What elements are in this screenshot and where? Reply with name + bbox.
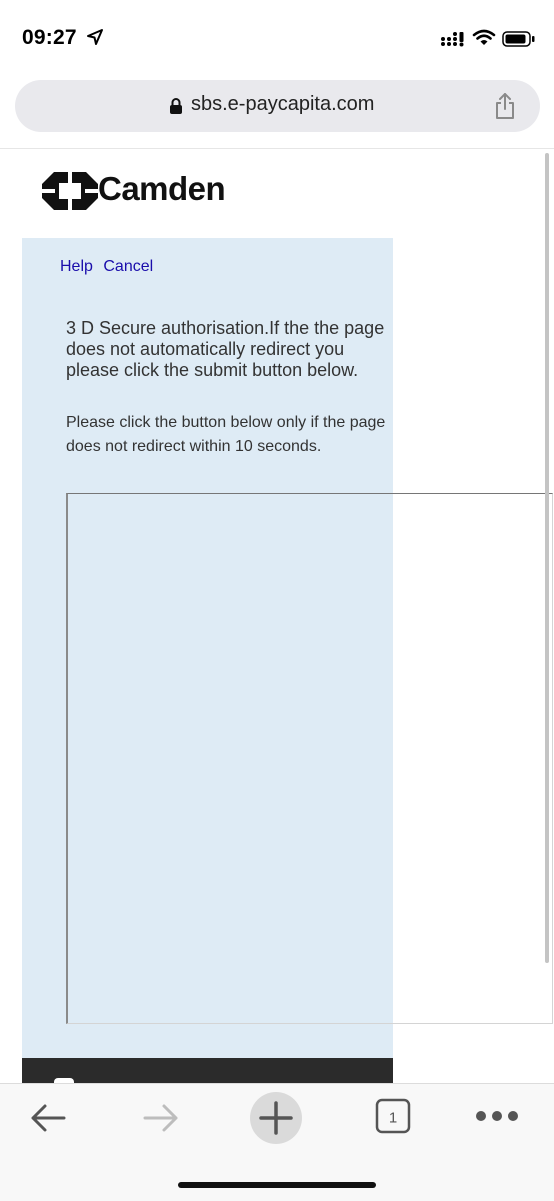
location-arrow-icon	[87, 29, 103, 45]
battery-icon	[502, 31, 535, 47]
home-indicator	[178, 1182, 376, 1188]
browser-divider	[0, 148, 554, 149]
new-tab-button[interactable]	[250, 1092, 302, 1144]
more-menu-icon[interactable]	[475, 1110, 519, 1122]
3d-secure-iframe[interactable]	[66, 493, 553, 1024]
address-bar[interactable]: sbs.e-paycapita.com	[15, 80, 540, 132]
tab-count: 1	[389, 1110, 397, 1127]
brand-name: Camden	[98, 170, 226, 207]
scrollbar[interactable]	[545, 153, 549, 963]
plus-icon	[259, 1101, 293, 1135]
redirect-note: Please click the button below only if th…	[66, 414, 386, 455]
forward-arrow-icon[interactable]	[141, 1100, 181, 1136]
back-arrow-icon[interactable]	[28, 1100, 68, 1136]
camden-logo-icon	[42, 172, 98, 210]
browser-toolbar: 1	[0, 1083, 554, 1201]
cancel-link[interactable]: Cancel	[103, 258, 153, 275]
cellular-signal-icon	[441, 32, 464, 47]
wifi-icon	[472, 29, 496, 45]
secure-auth-heading: 3 D Secure authorisation.If the the page…	[66, 318, 385, 380]
help-link[interactable]: Help	[60, 258, 93, 275]
share-icon[interactable]	[493, 92, 517, 120]
lock-icon	[170, 98, 182, 114]
status-time: 09:27	[22, 26, 77, 49]
status-bar: 09:27	[0, 0, 554, 70]
tab-switcher-icon[interactable]: 1	[375, 1098, 411, 1134]
page-footer	[22, 1058, 393, 1086]
url-text: sbs.e-paycapita.com	[191, 93, 375, 115]
panel-links: Help Cancel	[60, 258, 153, 276]
